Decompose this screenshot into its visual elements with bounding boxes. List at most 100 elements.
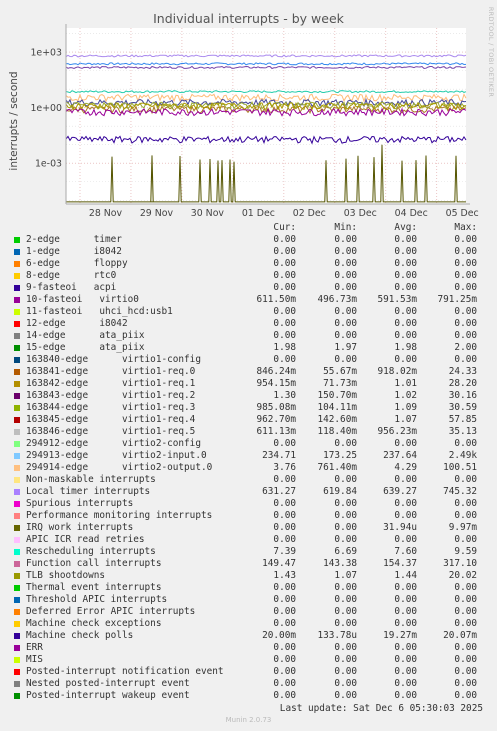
legend-name: 14-edge ata_piix: [26, 330, 145, 341]
legend-max: 0.00: [454, 642, 477, 653]
legend-row: 294914-edge virtio2-output.0 3.76 761.40m 4…: [0, 462, 497, 474]
legend-header: Cur: Min: Avg: Max:: [0, 222, 497, 234]
legend-row: Spurious interrupts 0.00 0.00 0.00 0.00: [0, 498, 497, 510]
legend-max: 30.59: [448, 402, 477, 413]
legend-swatch: [14, 621, 20, 627]
legend-name: MIS: [26, 654, 43, 665]
legend-swatch: [14, 549, 20, 555]
legend-swatch: [14, 681, 20, 687]
legend-row: Thermal event interrupts 0.00 0.00 0.00 0.00: [0, 582, 497, 594]
legend-swatch: [14, 345, 20, 351]
legend-row: 14-edge ata_piix 0.00 0.00 0.00 0.00: [0, 330, 497, 342]
legend-row: Function call interrupts 149.47 143.38 154.…: [0, 558, 497, 570]
legend-name: Posted-interrupt notification event: [26, 666, 224, 677]
x-tick-label: 04 Dec: [395, 208, 428, 219]
legend-swatch: [14, 357, 20, 363]
legend-cur: 1.98: [273, 342, 296, 353]
legend-swatch: [14, 309, 20, 315]
legend-swatch: [14, 537, 20, 543]
last-update: Last update: Sat Dec 6 05:30:03 2025: [279, 703, 483, 714]
legend-max: 9.97m: [448, 522, 477, 533]
legend-max: 35.13: [448, 426, 477, 437]
legend-swatch: [14, 477, 20, 483]
legend-name: 163845-edge virtio1-req.4: [26, 414, 196, 425]
legend-swatch: [14, 249, 20, 255]
legend-swatch: [14, 429, 20, 435]
y-tick-label: 1e-03: [35, 159, 62, 170]
legend-swatch: [14, 405, 20, 411]
legend-name: Performance monitoring interrupts: [26, 510, 213, 521]
legend-name: Machine check polls: [26, 630, 134, 641]
legend-row: IRQ work interrupts 0.00 0.00 31.94u 9.97m: [0, 522, 497, 534]
legend-swatch: [14, 285, 20, 291]
legend-row: 9-fasteoi acpi 0.00 0.00 0.00 0.00: [0, 282, 497, 294]
legend-max: 0.00: [454, 474, 477, 485]
legend-name: 6-edge floppy: [26, 258, 128, 269]
legend-max: 0.00: [454, 606, 477, 617]
legend-swatch: [14, 633, 20, 639]
legend-cur: 3.76: [273, 462, 296, 473]
legend-cur: 0.00: [273, 594, 296, 605]
legend-max: 0.00: [454, 594, 477, 605]
legend-name: Thermal event interrupts: [26, 582, 162, 593]
legend-cur: 0.00: [273, 306, 296, 317]
legend-cur: 7.39: [273, 546, 296, 557]
legend-swatch: [14, 525, 20, 531]
legend-max: 0.00: [454, 246, 477, 257]
legend-row: 294913-edge virtio2-input.0 234.71 173.25 2…: [0, 450, 497, 462]
legend-name: 163843-edge virtio1-req.2: [26, 390, 196, 401]
legend-max: 20.02: [448, 570, 477, 581]
legend-max: 0.00: [454, 258, 477, 269]
legend-swatch: [14, 381, 20, 387]
legend-cur: 985.08m: [256, 402, 296, 413]
legend-name: Local timer interrupts: [26, 486, 151, 497]
legend-swatch: [14, 693, 20, 699]
legend-row: 163841-edge virtio1-req.0 846.24m 55.67m 91…: [0, 366, 497, 378]
legend-name: 163844-edge virtio1-req.3: [26, 402, 196, 413]
legend-max: 0.00: [454, 666, 477, 677]
legend-max: 317.10: [443, 558, 477, 569]
legend-row: Local timer interrupts 631.27 619.84 639.27…: [0, 486, 497, 498]
legend-swatch: [14, 561, 20, 567]
legend-row: 11-fasteoi uhci_hcd:usb1 0.00 0.00 0.00 0.00: [0, 306, 497, 318]
legend-max: 2.49k: [448, 450, 477, 461]
x-tick-labels: 28 Nov 29 Nov 30 Nov 01 Dec 02 Dec 03 Dec 04 D…: [89, 208, 479, 219]
legend-cur: 611.50m: [256, 294, 296, 305]
legend-swatch: [14, 393, 20, 399]
legend-name: 15-edge ata_piix: [26, 342, 145, 353]
legend-swatch: [14, 417, 20, 423]
legend-max: 20.07m: [443, 630, 477, 641]
legend-row: Nested posted-interrupt event 0.00 0.00 0.0…: [0, 678, 497, 690]
legend-max: 0.00: [454, 654, 477, 665]
legend-row: Posted-interrupt notification event 0.00 0…: [0, 666, 497, 678]
legend-cur: 0.00: [273, 234, 296, 245]
legend-cur: 962.70m: [256, 414, 296, 425]
legend-cur: 0.00: [273, 654, 296, 665]
legend-max: 791.25m: [437, 294, 477, 305]
legend-row: Posted-interrupt wakeup event 0.00 0.00 0.0…: [0, 690, 497, 702]
legend-row: Machine check exceptions 0.00 0.00 0.00 0.00: [0, 618, 497, 630]
legend-cur: 0.00: [273, 642, 296, 653]
legend-max: 30.16: [448, 390, 477, 401]
legend-row: 1-edge i8042 0.00 0.00 0.00 0.00: [0, 246, 497, 258]
header-cur: Cur:: [273, 222, 296, 233]
x-tick-label: 30 Nov: [191, 208, 225, 219]
legend-name: Threshold APIC interrupts: [26, 594, 168, 605]
legend-name: APIC ICR read retries: [26, 534, 145, 545]
legend-max: 0.00: [454, 318, 477, 329]
legend-swatch: [14, 501, 20, 507]
legend-name: 12-edge i8042: [26, 318, 128, 329]
legend-cur: 954.15m: [256, 378, 296, 389]
legend-max: 0.00: [454, 270, 477, 281]
legend-max: 9.59: [454, 546, 477, 557]
legend-row: 163842-edge virtio1-req.1 954.15m 71.73m 1.…: [0, 378, 497, 390]
legend-row: 15-edge ata_piix 1.98 1.97 1.98 2.00: [0, 342, 497, 354]
legend-name: 163842-edge virtio1-req.1: [26, 378, 196, 389]
x-tick-label: 01 Dec: [242, 208, 275, 219]
legend-row: 294912-edge virtio2-config 0.00 0.00 0.00 0.…: [0, 438, 497, 450]
legend-name: Rescheduling interrupts: [26, 546, 156, 557]
legend-cur: 0.00: [273, 474, 296, 485]
legend-max: 745.32: [443, 486, 477, 497]
legend-cur: 631.27: [262, 486, 296, 497]
legend-cur: 0.00: [273, 438, 296, 449]
